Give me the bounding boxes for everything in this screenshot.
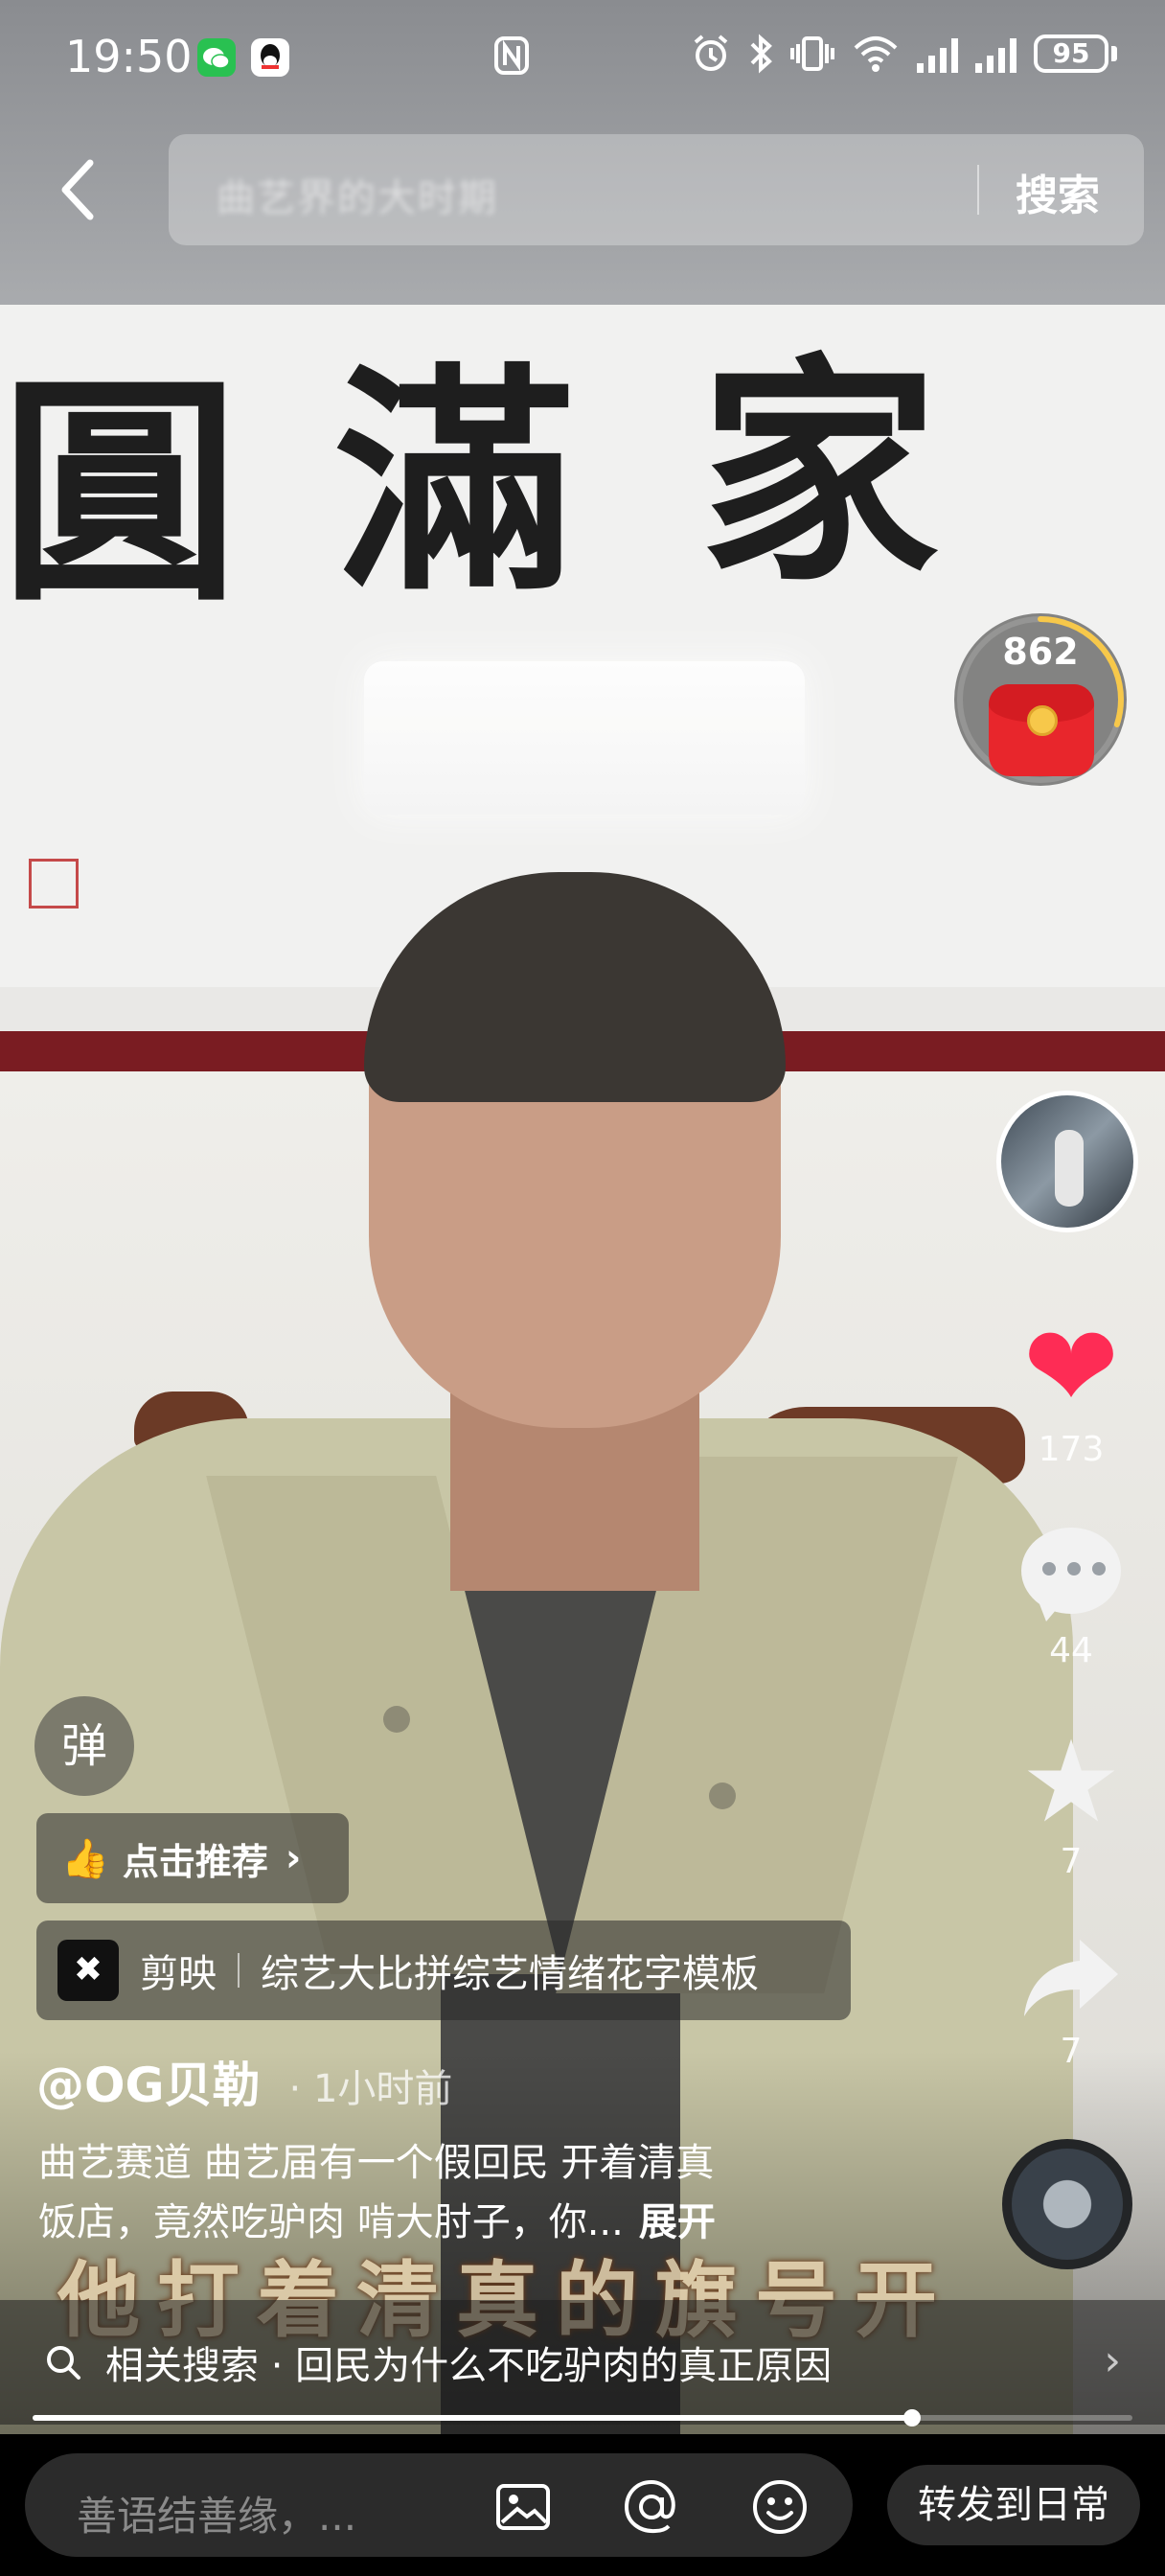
search-divider: [977, 165, 979, 215]
ceiling-light: [364, 661, 805, 815]
danmaku-toggle[interactable]: 弹: [34, 1696, 134, 1796]
status-bar: 19:50 95: [0, 0, 1165, 115]
like-count: 173: [1038, 1430, 1105, 1469]
status-right: 95: [691, 33, 1117, 75]
search-icon: [47, 2346, 80, 2380]
like-button[interactable]: ❤ 173: [1006, 1301, 1136, 1470]
recommend-button[interactable]: 👍 点击推荐 ›: [36, 1813, 349, 1903]
video-screen[interactable]: 圓 滿 家 19:50 95 曲艺界的大时期 搜索 862 ❤ 173 44 ★…: [0, 0, 1165, 2576]
heart-icon: ❤: [1022, 1301, 1120, 1435]
author-avatar[interactable]: [996, 1091, 1138, 1232]
battery-icon: 95: [1034, 34, 1117, 73]
red-packet-widget[interactable]: 862: [954, 613, 1127, 786]
battery-level: 95: [1034, 34, 1108, 73]
chevron-right-icon: ›: [1104, 2336, 1121, 2385]
comment-icon: [1021, 1528, 1121, 1622]
status-time: 19:50: [65, 31, 193, 82]
nfc-icon: [492, 34, 531, 85]
favorite-button[interactable]: ★ 7: [1006, 1725, 1136, 1881]
capcut-template-name: 综艺大比拼综艺情绪花字模板: [261, 1952, 759, 1996]
capcut-icon: ✖: [57, 1940, 119, 2001]
comment-button[interactable]: 44: [1006, 1528, 1136, 1670]
capcut-template-tag[interactable]: ✖ 剪映 综艺大比拼综艺情绪花字模板: [36, 1920, 851, 2020]
repost-button[interactable]: 转发到日常: [887, 2465, 1140, 2545]
thumbs-up-icon: 👍: [61, 1836, 109, 1881]
related-search-label: 相关搜索 · 回民为什么不吃驴肉的真正原因: [105, 2344, 833, 2388]
post-time: · 1小时前: [288, 2067, 453, 2111]
search-bar[interactable]: 曲艺界的大时期 搜索: [169, 134, 1144, 245]
red-packet-icon: [989, 684, 1094, 776]
progress-fill: [33, 2415, 913, 2421]
capcut-app-name: 剪映: [140, 1952, 217, 1996]
chevron-right-icon: ›: [285, 1836, 302, 1880]
author-line: @OG贝勒 · 1小时前: [36, 2047, 452, 2116]
share-button[interactable]: 7: [1006, 1932, 1136, 2071]
wifi-icon: [854, 36, 898, 72]
back-button[interactable]: [50, 151, 107, 228]
comment-placeholder: 善语结善缘，...: [77, 2493, 357, 2540]
signal-icon: [975, 34, 1017, 73]
alarm-icon: [694, 34, 728, 71]
wechat-icon: [197, 38, 236, 77]
qq-icon: [251, 38, 289, 77]
signal-icon: [917, 34, 958, 73]
divider: [238, 1953, 240, 1988]
related-search-bar[interactable]: 相关搜索 · 回民为什么不吃驴肉的真正原因 ›: [0, 2300, 1165, 2425]
share-arrow-icon: [1024, 1940, 1118, 2016]
description-line-1: 曲艺赛道 曲艺届有一个假回民 开着清真: [38, 2141, 715, 2185]
vibrate-icon: [790, 36, 834, 71]
red-packet-count: 862: [1002, 631, 1079, 673]
search-button[interactable]: 搜索: [1016, 161, 1100, 222]
share-count: 7: [1060, 2032, 1083, 2071]
video-progress-bar[interactable]: [33, 2409, 1132, 2426]
favorite-count: 7: [1060, 1842, 1083, 1881]
image-icon[interactable]: [492, 2476, 554, 2538]
author-name[interactable]: @OG贝勒: [36, 2047, 261, 2116]
comment-count: 44: [1049, 1631, 1093, 1670]
search-input[interactable]: 曲艺界的大时期: [217, 167, 498, 222]
chevron-left-icon: [61, 159, 94, 220]
emoji-icon[interactable]: [749, 2476, 811, 2538]
music-disc[interactable]: [1002, 2139, 1132, 2269]
comment-input[interactable]: 善语结善缘，...: [25, 2453, 853, 2557]
bluetooth-icon: [750, 34, 772, 74]
recommend-label: 点击推荐: [122, 1840, 268, 1883]
bottom-bar: 善语结善缘，... 转发到日常: [0, 2434, 1165, 2576]
star-icon: ★: [1020, 1715, 1122, 1848]
mention-icon[interactable]: [621, 2476, 682, 2538]
